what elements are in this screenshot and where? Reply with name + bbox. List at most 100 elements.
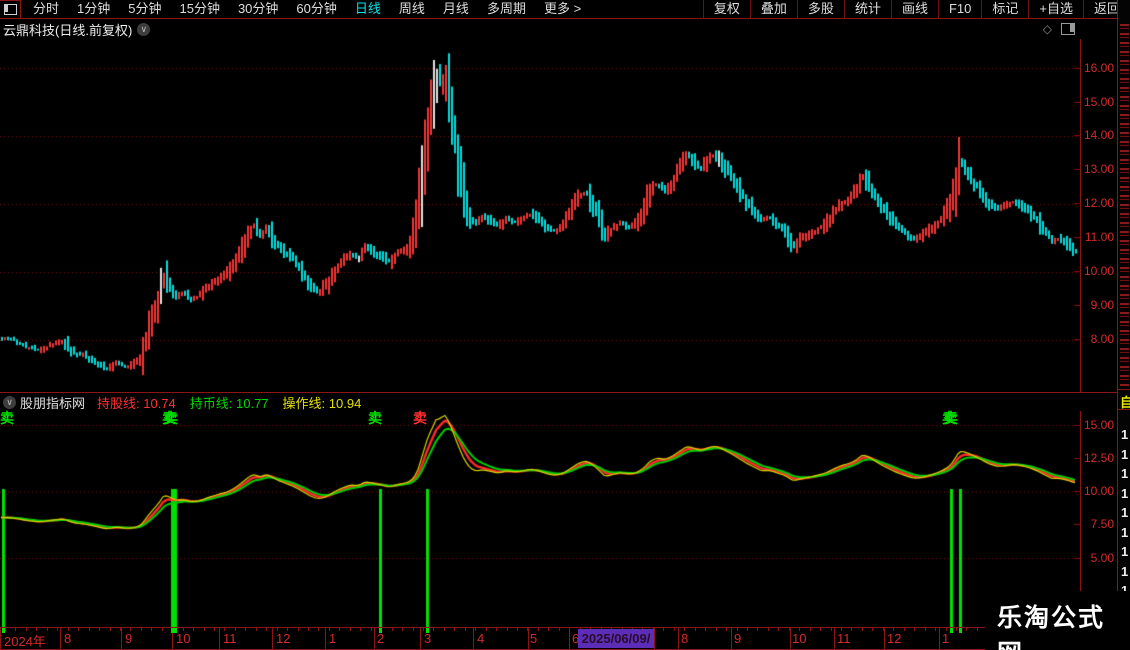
toolbar-action-button[interactable]: F10: [937, 0, 981, 18]
indicator-header: ∨ 股朋指标网 持股线: 10.74 持币线: 10.77 操作线: 10.94: [0, 393, 375, 412]
axis-tick: [402, 628, 403, 631]
axis-tick: [548, 628, 549, 631]
toolbar-actions: 复权 叠加 多股 统计 画线 F10 标记 +自选 返回: [702, 0, 1130, 18]
sidebar-list-item[interactable]: 1: [1121, 486, 1128, 501]
month-label: 3: [424, 631, 432, 646]
axis-tick: [757, 628, 758, 631]
period-tab[interactable]: 周线: [390, 0, 434, 18]
axis-tick: [914, 628, 915, 631]
signal-bar-nub: [426, 628, 429, 633]
title-dropdown-icon[interactable]: ∨: [137, 22, 151, 36]
indicator-legend: 持股线: 10.74 持币线: 10.77 操作线: 10.94: [97, 393, 375, 412]
axis-tick: [392, 628, 393, 631]
period-tab[interactable]: 分时: [24, 0, 68, 18]
toolbar-action-button[interactable]: 画线: [890, 0, 938, 18]
sidebar-list-item[interactable]: 1: [1121, 505, 1128, 520]
axis-tick: [350, 628, 351, 631]
period-tab[interactable]: 1分钟: [68, 0, 119, 18]
toolbar-action-button[interactable]: 叠加: [749, 0, 797, 18]
month-label: 10: [792, 631, 807, 646]
time-axis[interactable]: 2024年891011121234568910111212025/06/09/一: [0, 627, 1117, 650]
axis-tick: [705, 628, 706, 631]
toolbar-action-button[interactable]: 复权: [702, 0, 750, 18]
toolbar-action-button[interactable]: +自选: [1028, 0, 1083, 18]
toolbar-action-button[interactable]: 标记: [981, 0, 1028, 18]
sell-signal-label: 卖: [942, 410, 956, 426]
month-separator: [219, 628, 220, 649]
title-bar: 云鼎科技(日线.前复权) ∨ ◇: [0, 20, 1117, 38]
month-label: 11: [837, 631, 851, 646]
toolbar-action-button[interactable]: 统计: [843, 0, 891, 18]
indicator-axis-label: 15.00: [1083, 418, 1114, 432]
candlestick-chart[interactable]: [0, 39, 1080, 392]
axis-tick: [454, 628, 455, 631]
period-tab[interactable]: 月线: [434, 0, 478, 18]
period-tab[interactable]: 更多 >: [535, 0, 590, 18]
period-tab[interactable]: 30分钟: [229, 0, 287, 18]
legend-操作线: 操作线: 10.94: [282, 395, 362, 411]
axis-tick: [110, 628, 111, 631]
axis-tick: [298, 628, 299, 631]
axis-tick: [925, 628, 926, 631]
axis-tick: [904, 628, 905, 631]
axis-tick: [57, 628, 58, 631]
axis-tick: [726, 628, 727, 631]
month-separator: [420, 628, 421, 649]
month-label: 1: [329, 631, 337, 646]
sidebar-list-item[interactable]: 1: [1121, 447, 1128, 462]
axis-tick: [465, 628, 466, 631]
indicator-source: 股朋指标网: [20, 395, 86, 411]
axis-tick: [308, 628, 309, 631]
diamond-icon[interactable]: ◇: [1043, 22, 1052, 36]
sidebar-list-item[interactable]: 1: [1121, 427, 1128, 442]
period-tab[interactable]: 5分钟: [119, 0, 170, 18]
month-separator: [374, 628, 375, 649]
axis-tick: [245, 628, 246, 631]
month-label: 11: [223, 631, 237, 646]
signal-bar-nub: [379, 628, 382, 633]
axis-tick: [193, 628, 194, 631]
period-tab[interactable]: 多周期: [478, 0, 535, 18]
month-label: 12: [276, 631, 291, 646]
right-sidebar-vertical-tabs[interactable]: [1120, 24, 1129, 386]
month-label: 12: [887, 631, 902, 646]
month-separator: [790, 628, 791, 649]
signal-bar-nub: [950, 628, 953, 633]
sidebar-list-item[interactable]: 1: [1121, 525, 1128, 540]
watermark: 乐淘公式网 www.60lt.com: [985, 591, 1130, 650]
period-tab[interactable]: 日线: [346, 0, 390, 18]
sidebar-list-item[interactable]: 1: [1121, 564, 1128, 579]
indicator-chart[interactable]: [0, 411, 1080, 627]
indicator-collapse-icon[interactable]: ∨: [3, 395, 16, 409]
axis-tick: [151, 628, 152, 631]
axis-tick: [517, 628, 518, 631]
price-axis-label: 11.00: [1084, 230, 1114, 244]
selected-date-label[interactable]: 2025/06/09/一: [578, 629, 654, 648]
top-toolbar: 分时 1分钟 5分钟 15分钟 30分钟 60分钟 日线 周线 月线 多周期 更多 > 复权 叠加 多股…: [0, 0, 1130, 19]
axis-tick: [318, 628, 319, 631]
axis-tick: [496, 628, 497, 631]
panel-layout-button[interactable]: [0, 0, 21, 18]
sell-signal-label: 卖: [413, 410, 427, 426]
app-window: 分时 1分钟 5分钟 15分钟 30分钟 60分钟 日线 周线 月线 多周期 更多 > 复权 叠加 多股…: [0, 0, 1130, 650]
month-label: 1: [942, 631, 950, 646]
month-separator: [569, 628, 570, 649]
period-tab[interactable]: 15分钟: [170, 0, 228, 18]
price-axis-label: 9.00: [1090, 298, 1114, 312]
sidebar-list-item[interactable]: 1: [1121, 544, 1128, 559]
axis-tick: [778, 628, 779, 631]
axis-tick: [47, 628, 48, 631]
axis-tick: [360, 628, 361, 631]
month-label: 8: [681, 631, 689, 646]
axis-tick: [935, 628, 936, 631]
axis-tick: [162, 628, 163, 631]
month-separator: [121, 628, 122, 649]
axis-tick: [538, 628, 539, 631]
toolbar-action-button[interactable]: 多股: [796, 0, 844, 18]
axis-tick: [507, 628, 508, 631]
sidebar-list-item[interactable]: 1: [1121, 466, 1128, 481]
month-separator: [731, 628, 732, 649]
layout-toggle-icon[interactable]: [1061, 23, 1075, 35]
period-tab[interactable]: 60分钟: [287, 0, 345, 18]
axis-tick: [768, 628, 769, 631]
